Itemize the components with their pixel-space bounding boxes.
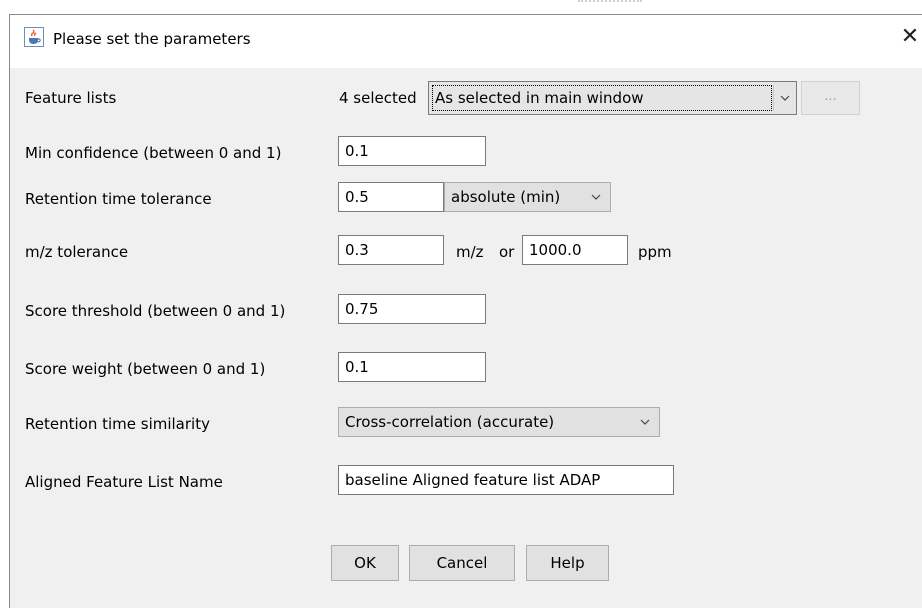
java-cup-icon xyxy=(24,27,44,47)
chevron-down-icon xyxy=(779,82,791,114)
help-button[interactable]: Help xyxy=(526,545,609,581)
chevron-down-icon xyxy=(639,408,651,436)
feature-lists-selected-value: As selected in main window xyxy=(432,85,772,111)
title-bar[interactable]: Please set the parameters ✕ xyxy=(10,15,922,68)
score-threshold-label: Score threshold (between 0 and 1) xyxy=(25,302,286,320)
min-confidence-field[interactable]: 0.1 xyxy=(338,136,486,166)
rt-tolerance-unit-value: absolute (min) xyxy=(451,188,561,206)
aligned-name-label: Aligned Feature List Name xyxy=(25,473,223,491)
feature-lists-count: 4 selected xyxy=(339,89,417,107)
ok-button[interactable]: OK xyxy=(331,545,399,581)
rt-similarity-dropdown[interactable]: Cross-correlation (accurate) xyxy=(338,407,660,437)
dialog-title: Please set the parameters xyxy=(53,30,251,48)
ppm-tolerance-field[interactable]: 1000.0 xyxy=(522,235,628,265)
rt-tolerance-label: Retention time tolerance xyxy=(25,190,212,208)
feature-lists-dropdown[interactable]: As selected in main window xyxy=(428,81,797,115)
feature-lists-label: Feature lists xyxy=(25,89,117,107)
parameters-dialog: Please set the parameters ✕ Feature list… xyxy=(9,14,922,608)
score-weight-field[interactable]: 0.1 xyxy=(338,352,486,382)
aligned-name-field[interactable]: baseline Aligned feature list ADAP xyxy=(338,465,674,495)
score-threshold-field[interactable]: 0.75 xyxy=(338,294,486,324)
score-weight-label: Score weight (between 0 and 1) xyxy=(25,360,266,378)
mz-tolerance-label: m/z tolerance xyxy=(25,243,129,261)
feature-lists-setup-button[interactable]: ... xyxy=(801,81,860,115)
close-button[interactable]: ✕ xyxy=(898,23,922,51)
rt-tolerance-unit-dropdown[interactable]: absolute (min) xyxy=(444,182,611,212)
rt-tolerance-field[interactable]: 0.5 xyxy=(338,182,444,212)
or-label: or xyxy=(499,243,515,261)
chevron-down-icon xyxy=(590,183,602,211)
min-confidence-label: Min confidence (between 0 and 1) xyxy=(25,144,282,162)
ppm-unit-label: ppm xyxy=(638,243,672,261)
background-fragment xyxy=(578,0,642,7)
mz-tolerance-field[interactable]: 0.3 xyxy=(338,235,444,265)
rt-similarity-selected-value: Cross-correlation (accurate) xyxy=(345,413,555,431)
rt-similarity-label: Retention time similarity xyxy=(25,415,210,433)
background-strip xyxy=(0,0,922,14)
mz-unit-label: m/z xyxy=(456,243,484,261)
dropdown-separator xyxy=(773,85,774,111)
cancel-button[interactable]: Cancel xyxy=(409,545,515,581)
